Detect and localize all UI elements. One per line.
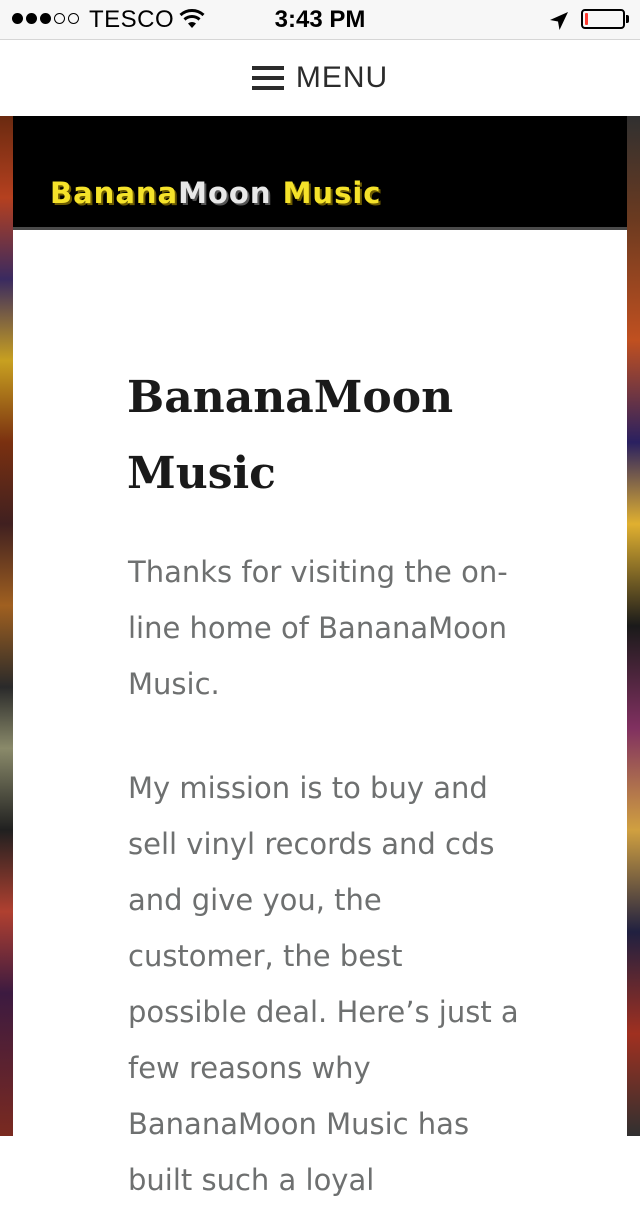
content-card: BananaMoon Music Thanks for visiting the…	[13, 232, 627, 1197]
logo-text-banana: Banana	[50, 176, 179, 210]
hamburger-icon[interactable]	[251, 66, 284, 90]
location-arrow-icon	[549, 10, 569, 38]
menu-toggle-button[interactable]: MENU	[0, 40, 640, 116]
page-title: BananaMoon Music	[127, 372, 454, 499]
site-logo-text[interactable]: BananaMoon Music	[50, 176, 381, 210]
logo-text-music: Music	[271, 176, 382, 210]
site-header-banner[interactable]: BananaMoon Music	[13, 116, 627, 230]
crescent-moon-icon	[513, 126, 595, 223]
background-collage-left	[0, 116, 13, 1136]
status-bar: TESCO 3:43 PM	[0, 0, 640, 40]
battery-tip	[626, 15, 629, 23]
menu-label[interactable]: MENU	[296, 61, 388, 95]
battery-icon	[581, 9, 625, 29]
background-collage-right	[627, 116, 640, 1136]
clock: 3:43 PM	[274, 6, 366, 33]
logo-text-moon: Moon	[178, 176, 272, 210]
mission-paragraph: My mission is to buy and sell vinyl reco…	[128, 771, 519, 1197]
intro-paragraph: Thanks for visiting the on-line home of …	[128, 555, 508, 701]
